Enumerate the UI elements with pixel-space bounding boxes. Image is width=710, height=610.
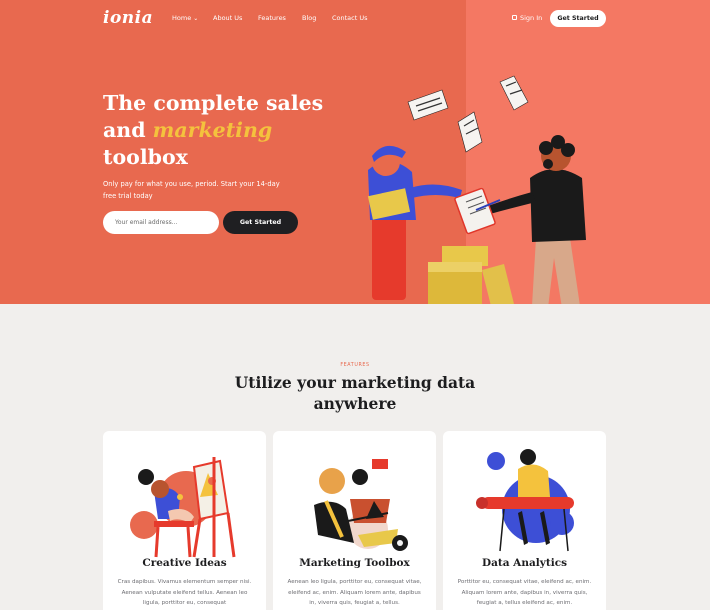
marketing-toolbox-illustration: [314, 459, 408, 551]
hero-title-accent: marketing: [152, 118, 273, 142]
cardboard-boxes: [428, 246, 514, 304]
nav-item-features[interactable]: Features: [258, 14, 286, 22]
feature-card-marketing-toolbox[interactable]: Marketing Toolbox Aenean leo ligula, por…: [273, 431, 436, 610]
hero-title-line2: and: [103, 118, 153, 142]
hero-title: The complete sales and marketing toolbox: [103, 90, 363, 171]
lock-icon: [512, 15, 517, 20]
sign-in-label: Sign In: [520, 14, 543, 22]
feature-card-text: Porttitor eu, consequat vitae, eleifend …: [457, 579, 592, 606]
hero-section: ionia Home ⌄ About Us Features Blog Conta…: [0, 0, 710, 304]
hero-get-started-button[interactable]: Get Started: [223, 211, 298, 234]
hero-title-line3: toolbox: [103, 145, 188, 169]
features-title: Utilize your marketing data anywhere: [0, 372, 710, 414]
features-title-text: Utilize your marketing data anywhere: [234, 373, 476, 413]
creative-ideas-illustration: [130, 457, 236, 558]
feature-card-creative-ideas[interactable]: Creative Ideas Cras dapibus. Vivamus ele…: [103, 431, 266, 610]
data-analytics-illustration: [476, 449, 574, 552]
logo[interactable]: ionia: [103, 8, 153, 28]
nav-get-started-button[interactable]: Get Started: [550, 10, 606, 27]
feature-card-text: Aenean leo ligula, porttitor eu, consequ…: [287, 579, 422, 606]
hero-subtitle: Only pay for what you use, period. Start…: [103, 180, 280, 200]
feature-card-title: Data Analytics: [481, 557, 568, 569]
sign-in-link[interactable]: Sign In: [512, 14, 542, 22]
chevron-down-icon: ⌄: [193, 15, 199, 22]
features-eyebrow: FEATURES: [340, 363, 370, 368]
top-nav: ionia Home ⌄ About Us Features Blog Conta…: [0, 0, 710, 36]
nav-item-blog[interactable]: Blog: [302, 14, 316, 22]
flying-papers: [407, 75, 529, 153]
nav-item-contact[interactable]: Contact Us: [332, 14, 368, 22]
feature-card-title: Creative Ideas: [142, 557, 227, 569]
feature-card-text: Cras dapibus. Vivamus elementum semper n…: [117, 579, 252, 606]
hero-title-line1: The complete sales: [103, 91, 324, 115]
hero-handshake-illustration: [367, 75, 586, 304]
feature-card-data-analytics[interactable]: Data Analytics Porttitor eu, consequat v…: [443, 431, 606, 610]
feature-card-title: Marketing Toolbox: [299, 557, 410, 569]
nav-item-label: Home: [172, 14, 192, 22]
nav-item-about[interactable]: About Us: [213, 14, 242, 22]
email-input[interactable]: [103, 211, 219, 234]
nav-item-home[interactable]: Home ⌄: [172, 14, 198, 22]
